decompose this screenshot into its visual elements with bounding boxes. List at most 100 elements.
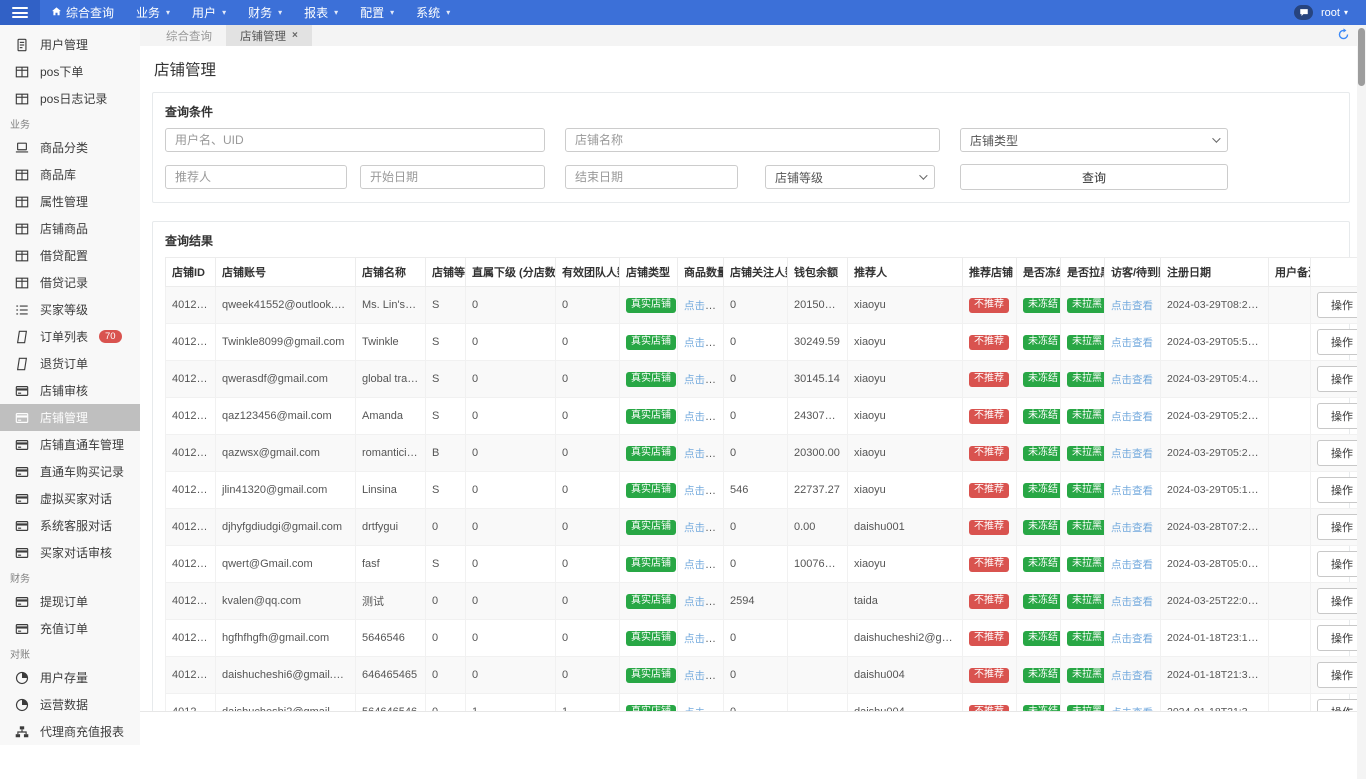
visitor-view-link[interactable]: 点击查看 (1111, 559, 1153, 571)
visitor-view-link[interactable]: 点击查看 (1111, 670, 1153, 682)
refresh-icon[interactable] (1337, 28, 1350, 44)
cell-recommend: 不推荐 (963, 287, 1017, 324)
sidebar-item-商品库[interactable]: 商品库 (0, 161, 140, 188)
sidebar-item-充值订单[interactable]: 充值订单 (0, 615, 140, 642)
cell-frozen: 未冻结 (1017, 361, 1061, 398)
chevron-down-icon: ▾ (446, 8, 450, 17)
cell-wallet-balance: 20300.00 (788, 435, 848, 472)
sidebar-item-运营数据[interactable]: 运营数据 (0, 691, 140, 718)
user-menu[interactable]: root ▾ (1321, 7, 1348, 19)
column-header: 店铺名称 (356, 258, 426, 287)
column-header: 是否拉黑 (1061, 258, 1105, 287)
goods-view-link[interactable]: 点击查看 (684, 337, 724, 349)
goods-view-link[interactable]: 点击查看 (684, 559, 724, 571)
goods-view-link[interactable]: 点击查看 (684, 374, 724, 386)
goods-view-link[interactable]: 点击查看 (684, 411, 724, 423)
end-date-input[interactable] (565, 165, 738, 189)
register-date: 2024-03-28T05:05:02 (1167, 558, 1268, 570)
visitor-view-link[interactable]: 点击查看 (1111, 522, 1153, 534)
username-uid-input[interactable] (165, 128, 545, 152)
shop-type-badge: 真实店铺 (626, 631, 676, 646)
cell-referrer: xiaoyu (848, 361, 963, 398)
sidebar-item-店铺直通车管理[interactable]: 店铺直通车管理 (0, 431, 140, 458)
sidebar-item-虚拟买家对话[interactable]: 虚拟买家对话 (0, 485, 140, 512)
hamburger-menu-icon[interactable] (0, 0, 40, 25)
sidebar-item-系统客服对话[interactable]: 系统客服对话 (0, 512, 140, 539)
goods-view-link[interactable]: 点击查看 (684, 596, 724, 608)
close-icon[interactable]: × (292, 30, 298, 41)
cell-shop-account: qazwsx@gmail.com (216, 435, 356, 472)
goods-view-link[interactable]: 点击查看 (684, 300, 724, 312)
sidebar-item-买家对话审核[interactable]: 买家对话审核 (0, 539, 140, 566)
goods-view-link[interactable]: 点击查看 (684, 633, 724, 645)
sidebar-item-pos下单[interactable]: pos下单 (0, 58, 140, 85)
sidebar-item-店铺管理[interactable]: 店铺管理 (0, 404, 140, 431)
sidebar-item-店铺审核[interactable]: 店铺审核 (0, 377, 140, 404)
sidebar-item-退货订单[interactable]: 退货订单 (0, 350, 140, 377)
sidebar-item-提现订单[interactable]: 提现订单 (0, 588, 140, 615)
goods-view-link[interactable]: 点击查看 (684, 485, 724, 497)
table-row: 4012792qweek41552@outlook.comMs. Lin's s… (166, 287, 1366, 324)
visitor-view-link[interactable]: 点击查看 (1111, 485, 1153, 497)
goods-view-link[interactable]: 点击查看 (684, 670, 724, 682)
sidebar-item-pos日志记录[interactable]: pos日志记录 (0, 85, 140, 112)
recommend-badge: 不推荐 (969, 335, 1009, 350)
referrer-input[interactable] (165, 165, 347, 189)
sidebar-item-属性管理[interactable]: 属性管理 (0, 188, 140, 215)
nav-menu-报表[interactable]: 报表▾ (293, 4, 349, 21)
visitor-view-link[interactable]: 点击查看 (1111, 374, 1153, 386)
sidebar-item-借贷记录[interactable]: 借贷记录 (0, 269, 140, 296)
cell-referrer: daishu004 (848, 694, 963, 712)
chat-button[interactable] (1294, 5, 1313, 20)
visitor-view-link[interactable]: 点击查看 (1111, 411, 1153, 423)
cell-shop-id: 4012781 (166, 435, 216, 472)
cell-blacklist: 未拉黑 (1061, 583, 1105, 620)
tab-店铺管理[interactable]: 店铺管理× (226, 25, 312, 46)
sidebar-item-买家等级[interactable]: 买家等级 (0, 296, 140, 323)
visitor-view-link[interactable]: 点击查看 (1111, 596, 1153, 608)
cell-shop-type: 真实店铺 (620, 287, 678, 324)
goods-view-link[interactable]: 点击查看 (684, 522, 724, 534)
nav-menu-配置[interactable]: 配置▾ (349, 4, 405, 21)
frozen-badge: 未冻结 (1023, 335, 1061, 350)
shop-level-select[interactable]: 店铺等级 (765, 165, 935, 189)
scrollbar-thumb[interactable] (1358, 28, 1365, 86)
cell-register-date: 2024-03-29T05:24:37 (1161, 435, 1269, 472)
sidebar-item-直通车购买记录[interactable]: 直通车购买记录 (0, 458, 140, 485)
frozen-badge: 未冻结 (1023, 372, 1061, 387)
visitor-view-link[interactable]: 点击查看 (1111, 300, 1153, 312)
shop-type-select[interactable]: 店铺类型 (960, 128, 1228, 152)
nav-item-home[interactable]: 综合查询 (40, 4, 125, 21)
nav-menu-业务[interactable]: 业务▾ (125, 4, 181, 21)
visitor-view-link[interactable]: 点击查看 (1111, 448, 1153, 460)
nav-menu-系统[interactable]: 系统▾ (405, 4, 461, 21)
visitor-view-link[interactable]: 点击查看 (1111, 633, 1153, 645)
sidebar-item-订单列表[interactable]: 订单列表70 (0, 323, 140, 350)
visitor-view-link[interactable]: 点击查看 (1111, 337, 1153, 349)
cell-visitor: 点击查看 (1105, 287, 1161, 324)
shop-type-badge: 真实店铺 (626, 372, 676, 387)
shop-type-select-label: 店铺类型 (970, 132, 1018, 149)
start-date-input[interactable] (360, 165, 545, 189)
cell-frozen: 未冻结 (1017, 620, 1061, 657)
frozen-badge: 未冻结 (1023, 483, 1061, 498)
goods-view-link[interactable]: 点击查看 (684, 448, 724, 460)
nav-menu-用户[interactable]: 用户▾ (181, 4, 237, 21)
nav-menu-财务[interactable]: 财务▾ (237, 4, 293, 21)
cell-shop-level: S (426, 398, 466, 435)
shop-type-badge: 真实店铺 (626, 483, 676, 498)
cell-register-date: 2024-01-18T23:10:43 (1161, 620, 1269, 657)
cell-blacklist: 未拉黑 (1061, 472, 1105, 509)
cell-shop-account: hgfhfhgfh@gmail.com (216, 620, 356, 657)
sidebar-item-代理商充值报表[interactable]: 代理商充值报表 (0, 718, 140, 745)
sidebar-item-借贷配置[interactable]: 借贷配置 (0, 242, 140, 269)
cell-shop-account: qweek41552@outlook.com (216, 287, 356, 324)
sidebar-card-icon (15, 465, 29, 479)
search-button[interactable]: 查询 (960, 164, 1228, 190)
sidebar-item-用户管理[interactable]: 用户管理 (0, 31, 140, 58)
shop-name-input[interactable] (565, 128, 940, 152)
tab-综合查询[interactable]: 综合查询 (152, 25, 226, 46)
sidebar-item-商品分类[interactable]: 商品分类 (0, 134, 140, 161)
sidebar-item-用户存量[interactable]: 用户存量 (0, 664, 140, 691)
sidebar-item-店铺商品[interactable]: 店铺商品 (0, 215, 140, 242)
